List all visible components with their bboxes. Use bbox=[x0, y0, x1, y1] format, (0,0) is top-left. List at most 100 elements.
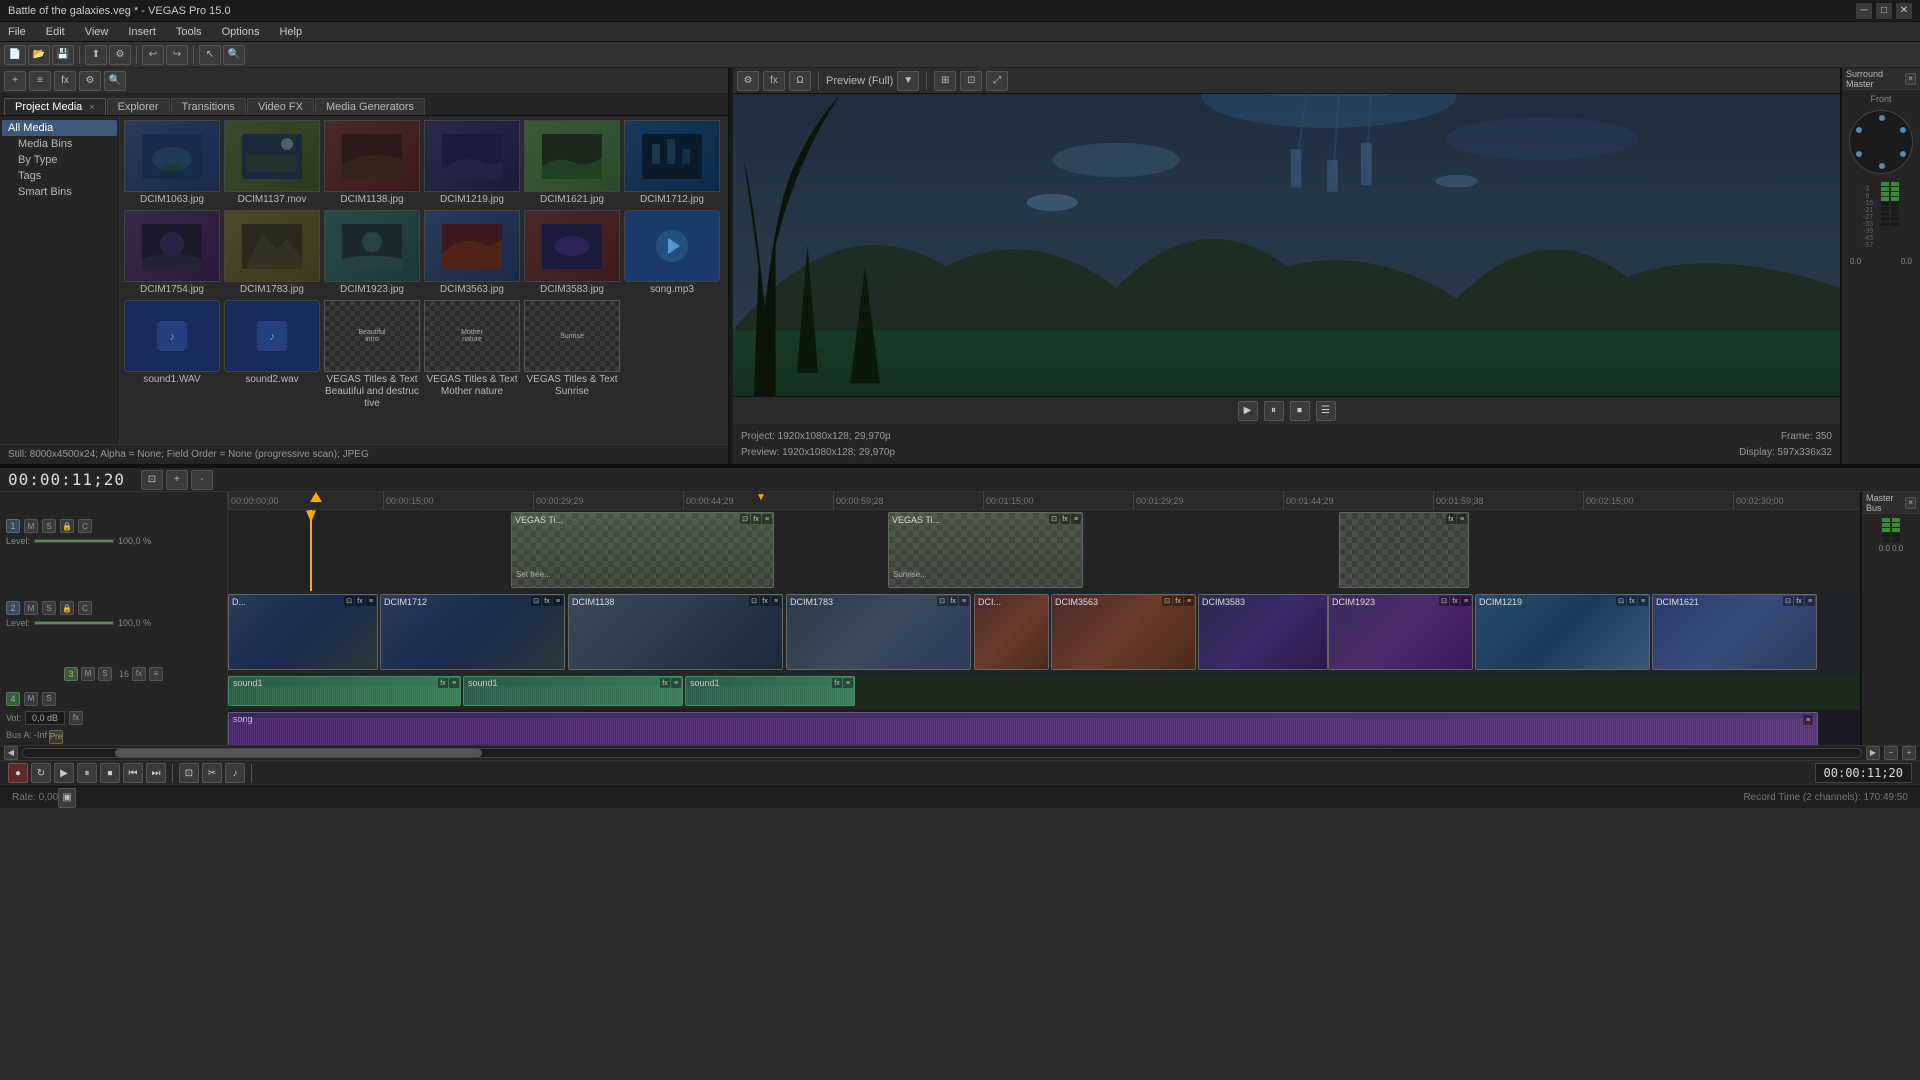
clip-audio-sound1-2[interactable]: sound1 fx ≡ bbox=[463, 676, 683, 706]
clip-audio-sound1-1[interactable]: sound1 fx ≡ bbox=[228, 676, 461, 706]
clip-video-dcim1783[interactable]: DCIM1783 ⊡ fx ≡ bbox=[786, 594, 971, 670]
save-button[interactable]: 💾 bbox=[52, 45, 74, 65]
preview-view-btn[interactable]: ⊞ bbox=[934, 71, 956, 91]
open-button[interactable]: 📂 bbox=[28, 45, 50, 65]
clip-tb-fx-1138[interactable]: fx bbox=[760, 596, 770, 606]
preview-play-btn[interactable]: ▶ bbox=[1238, 401, 1258, 421]
media-view-btn[interactable]: ≡ bbox=[29, 71, 51, 91]
media-item-sound2[interactable]: ♪ sound2.wav bbox=[224, 300, 320, 410]
cursor-button[interactable]: ↖ bbox=[199, 45, 221, 65]
media-item-dcim1754[interactable]: DCIM1754.jpg bbox=[124, 210, 220, 296]
tab-project-media[interactable]: Project Media × bbox=[4, 98, 106, 115]
status-settings-btn[interactable]: ▣ bbox=[58, 788, 76, 808]
scroll-left-btn[interactable]: ◀ bbox=[4, 746, 18, 760]
clip-tb-snap-1783[interactable]: ⊡ bbox=[937, 596, 947, 606]
transport-record-btn[interactable]: ● bbox=[8, 763, 28, 783]
settings-button[interactable]: ⚙ bbox=[109, 45, 131, 65]
tab-video-fx[interactable]: Video FX bbox=[247, 98, 314, 115]
clip-video-dcim1138[interactable]: DCIM1138 ⊡ fx ≡ bbox=[568, 594, 783, 670]
redo-button[interactable]: ↪ bbox=[166, 45, 188, 65]
clip-tb-env-s1-1[interactable]: ≡ bbox=[449, 678, 459, 688]
clip-tb-env-2[interactable]: ≡ bbox=[1071, 514, 1081, 524]
tab-transitions[interactable]: Transitions bbox=[171, 98, 246, 115]
preview-snap-btn[interactable]: ⊡ bbox=[960, 71, 982, 91]
timeline-snap-btn[interactable]: ⊡ bbox=[141, 470, 163, 490]
clip-tb-fn-3[interactable]: fx bbox=[1446, 514, 1456, 524]
track-solo-btn-4[interactable]: S bbox=[42, 692, 56, 706]
clip-tb-snap-3563[interactable]: ⊡ bbox=[1162, 596, 1172, 606]
clip-song[interactable]: song ≡ bbox=[228, 712, 1818, 744]
menu-tools[interactable]: Tools bbox=[172, 24, 206, 40]
track-solo-btn-3[interactable]: S bbox=[98, 667, 112, 681]
clip-tb-snap-d[interactable]: ⊡ bbox=[344, 596, 354, 606]
media-item-dcim1923[interactable]: DCIM1923.jpg bbox=[324, 210, 420, 296]
clip-tb-snap-1923[interactable]: ⊡ bbox=[1439, 596, 1449, 606]
clip-tb-fx-1621[interactable]: fx bbox=[1794, 596, 1804, 606]
clip-video-dcim3583[interactable]: DCIM3583 bbox=[1198, 594, 1328, 670]
clip-tb-fx-s1-3[interactable]: fx bbox=[832, 678, 842, 688]
zoom-button[interactable]: 🔍 bbox=[223, 45, 245, 65]
clip-tb-env-s1-3[interactable]: ≡ bbox=[843, 678, 853, 688]
clip-video-dcim1219[interactable]: DCIM1219 ⊡ fx ≡ bbox=[1475, 594, 1650, 670]
h-scrollbar-thumb[interactable] bbox=[115, 749, 483, 757]
transport-prev-frame-btn[interactable]: ⏮ bbox=[123, 763, 143, 783]
master-bus-close-btn[interactable]: × bbox=[1905, 497, 1916, 509]
preview-dropdown-btn[interactable]: ▼ bbox=[897, 71, 919, 91]
track-pre-btn-4[interactable]: Pre bbox=[49, 730, 63, 744]
clip-tb-fx-s1-2[interactable]: fx bbox=[660, 678, 670, 688]
menu-edit[interactable]: Edit bbox=[42, 24, 69, 40]
preview-loop-btn[interactable]: ☰ bbox=[1316, 401, 1336, 421]
track-mute-btn-2[interactable]: M bbox=[24, 601, 38, 615]
transport-stop-btn[interactable]: ⏹ bbox=[100, 763, 120, 783]
clip-video-dcim1712[interactable]: DCIM1712 ⊡ fx ≡ bbox=[380, 594, 565, 670]
clip-video-dcim1621[interactable]: DCIM1621 ⊡ fx ≡ bbox=[1652, 594, 1817, 670]
transport-play-btn[interactable]: ▶ bbox=[54, 763, 74, 783]
clip-tb-snap[interactable]: ⊡ bbox=[740, 514, 750, 524]
clip-video-dcim3563[interactable]: DCIM3563 ⊡ fx ≡ bbox=[1051, 594, 1196, 670]
transport-audio-btn[interactable]: ♪ bbox=[225, 763, 245, 783]
clip-tb-env-1783[interactable]: ≡ bbox=[959, 596, 969, 606]
track-mute-btn-4[interactable]: M bbox=[24, 692, 38, 706]
media-zoom-btn[interactable]: 🔍 bbox=[104, 71, 126, 91]
zoom-out-h-btn[interactable]: − bbox=[1884, 746, 1898, 760]
media-settings-btn[interactable]: ⚙ bbox=[79, 71, 101, 91]
track-fx-btn-4[interactable]: fx bbox=[69, 711, 83, 725]
track-env-btn-3[interactable]: ≡ bbox=[149, 667, 163, 681]
track-solo-btn-2[interactable]: S bbox=[42, 601, 56, 615]
h-scrollbar[interactable] bbox=[22, 748, 1862, 758]
clip-tb-env-s1-2[interactable]: ≡ bbox=[671, 678, 681, 688]
media-item-dcim1621[interactable]: DCIM1621.jpg bbox=[524, 120, 620, 206]
timeline-zoom-out-btn[interactable]: - bbox=[191, 470, 213, 490]
track-lock-btn-1[interactable]: 🔒 bbox=[60, 519, 74, 533]
preview-maximize-btn[interactable]: ⤢ bbox=[986, 71, 1008, 91]
track-level-slider-2[interactable] bbox=[34, 621, 114, 625]
media-item-song[interactable]: song.mp3 bbox=[624, 210, 720, 296]
clip-tb-fx-3563[interactable]: fx bbox=[1173, 596, 1183, 606]
minimize-button[interactable]: ─ bbox=[1856, 3, 1872, 19]
clip-title-3[interactable]: fx ≡ bbox=[1339, 512, 1469, 588]
transport-next-frame-btn[interactable]: ⏭ bbox=[146, 763, 166, 783]
menu-view[interactable]: View bbox=[81, 24, 113, 40]
undo-button[interactable]: ↩ bbox=[142, 45, 164, 65]
clip-tb-env-3563[interactable]: ≡ bbox=[1184, 596, 1194, 606]
media-item-title3[interactable]: Sunrise VEGAS Titles & Text Sunrise bbox=[524, 300, 620, 410]
clip-audio-sound1-3[interactable]: sound1 fx ≡ bbox=[685, 676, 855, 706]
menu-options[interactable]: Options bbox=[218, 24, 264, 40]
clip-tb-snap-1138[interactable]: ⊡ bbox=[749, 596, 759, 606]
clip-tb-env-song[interactable]: ≡ bbox=[1803, 715, 1813, 725]
track-mute-btn-1[interactable]: M bbox=[24, 519, 38, 533]
media-import-btn[interactable]: + bbox=[4, 71, 26, 91]
media-item-dcim1138[interactable]: DCIM1138.jpg bbox=[324, 120, 420, 206]
clip-tb-env[interactable]: ≡ bbox=[762, 514, 772, 524]
menu-insert[interactable]: Insert bbox=[124, 24, 160, 40]
clip-tb-fx-1712[interactable]: fx bbox=[542, 596, 552, 606]
track-fx-btn-3[interactable]: fx bbox=[132, 667, 146, 681]
import-button[interactable]: ⬆ bbox=[85, 45, 107, 65]
clip-tb-env-1923[interactable]: ≡ bbox=[1461, 596, 1471, 606]
preview-script-btn[interactable]: Ω bbox=[789, 71, 811, 91]
close-button[interactable]: ✕ bbox=[1896, 3, 1912, 19]
clip-video-dcim1923[interactable]: DCIM1923 ⊡ fx ≡ bbox=[1328, 594, 1473, 670]
clip-video-dci[interactable]: DCI... bbox=[974, 594, 1049, 670]
tree-media-bins[interactable]: Media Bins bbox=[2, 136, 117, 152]
surround-close-btn[interactable]: × bbox=[1905, 73, 1916, 85]
